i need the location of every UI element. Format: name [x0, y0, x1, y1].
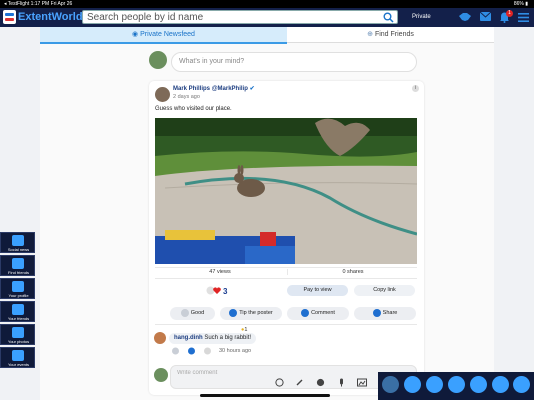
copy-link-button[interactable]: Copy link — [354, 285, 415, 296]
comment-info-icon[interactable] — [203, 347, 212, 355]
dock-social-news[interactable]: Social news — [0, 232, 35, 253]
mail-icon[interactable] — [480, 12, 491, 21]
ios-status-bar: ◂ TestFlight 1:17 PM Fri Apr 26 86% ▮ — [0, 0, 534, 8]
user-icon[interactable] — [404, 376, 421, 393]
brand-name[interactable]: ExtentWorld — [18, 10, 83, 25]
comment-user[interactable]: hang.dinh — [174, 335, 203, 341]
avatar[interactable] — [155, 87, 170, 102]
find-friends-icon: ⊕ — [367, 31, 375, 38]
search-icon[interactable] — [383, 12, 394, 23]
sticker-icon[interactable] — [316, 378, 325, 387]
verified-icon: ✔ — [249, 86, 255, 92]
home-indicator — [200, 394, 330, 397]
share-button[interactable]: Share — [354, 307, 416, 320]
privacy-selector[interactable]: Private — [412, 12, 431, 22]
logo-icon[interactable] — [3, 10, 16, 24]
post-photo[interactable] — [155, 118, 417, 264]
image-icon[interactable] — [357, 378, 367, 387]
left-dock: Social news Find friends Your profile Yo… — [0, 232, 36, 368]
comment-bubble: hang.dinh Such a big rabbit! — [169, 333, 257, 344]
photos-icon — [12, 327, 24, 338]
comment-reaction[interactable]: ●1 — [241, 327, 247, 333]
events-icon — [12, 350, 24, 361]
dock-your-profile[interactable]: Your profile — [0, 278, 35, 299]
view-count[interactable]: 47 views — [155, 269, 285, 275]
group-icon[interactable] — [492, 376, 509, 393]
search-box — [82, 10, 398, 24]
tab-find-friends[interactable]: ⊕ Find Friends — [287, 27, 494, 43]
dock-your-friends[interactable]: Your friends — [0, 301, 35, 322]
bookmark-icon[interactable] — [513, 376, 530, 393]
rss-icon: ◉ — [132, 31, 141, 38]
notification-badge: 1 — [506, 10, 513, 17]
tab-private-newsfeed[interactable]: ◉ Private Newsfeed — [40, 27, 287, 44]
thumb-icon — [180, 308, 189, 317]
battery-status: 86% ▮ — [513, 1, 528, 7]
comment-time: 30 hours ago — [219, 348, 252, 354]
comment-like-icon[interactable] — [171, 347, 180, 355]
share-icon — [372, 308, 381, 317]
dock-your-events[interactable]: Your events — [0, 347, 35, 368]
avatar[interactable] — [149, 51, 167, 69]
comment-reply-icon[interactable] — [187, 347, 196, 355]
microphone-icon[interactable] — [337, 378, 346, 387]
dock-your-photos[interactable]: Your photos — [0, 324, 35, 345]
comment-text: Such a big rabbit! — [204, 335, 252, 341]
post-composer: What's in your mind? — [149, 51, 417, 73]
pay-to-view-button[interactable]: Pay to view — [287, 285, 348, 296]
avatar[interactable] — [154, 332, 166, 344]
comment-button[interactable]: Comment — [287, 307, 349, 320]
tip-poster-button[interactable]: Tip the poster — [220, 307, 282, 320]
composer-input[interactable]: What's in your mind? — [171, 52, 417, 72]
good-button[interactable]: Good — [170, 307, 215, 320]
post-stats: 47 views 0 shares — [155, 267, 417, 279]
menu-icon[interactable] — [382, 376, 399, 393]
handshake-icon[interactable] — [458, 11, 472, 23]
hamburger-menu-icon[interactable] — [518, 13, 529, 22]
dock-find-friends[interactable]: Find friends — [0, 255, 35, 276]
find-friends-icon — [12, 258, 24, 269]
share-count[interactable]: 0 shares — [287, 269, 418, 275]
reaction-icons[interactable] — [206, 286, 222, 295]
comment-icon — [301, 308, 310, 317]
tip-icon — [229, 308, 238, 317]
feed-tabs: ◉ Private Newsfeed ⊕ Find Friends — [40, 27, 494, 44]
user-plus-icon[interactable] — [426, 376, 443, 393]
more-options-icon[interactable]: i — [412, 85, 419, 92]
video-icon[interactable] — [470, 376, 487, 393]
post-time: 2 days ago — [173, 94, 200, 100]
top-nav-bar: ExtentWorld Private 1 — [0, 8, 534, 27]
rss-icon — [12, 235, 24, 246]
comment-input[interactable] — [177, 368, 377, 377]
emoji-icon[interactable] — [275, 378, 284, 387]
search-input[interactable] — [87, 11, 377, 23]
post-text: Guess who visited our place. — [155, 106, 232, 112]
bottom-right-dock — [378, 372, 534, 400]
reaction-count[interactable]: 3 — [223, 287, 227, 296]
friends-icon — [12, 304, 24, 315]
profile-icon — [12, 281, 24, 292]
status-time: ◂ TestFlight 1:17 PM Fri Apr 26 — [4, 1, 73, 7]
divider — [155, 324, 417, 325]
post-card: Mark Phillips @MarkPhilip ✔ 2 days ago i… — [149, 81, 424, 395]
chat-icon[interactable] — [448, 376, 465, 393]
avatar[interactable] — [154, 368, 168, 382]
post-author[interactable]: Mark Phillips @MarkPhilip ✔ — [173, 85, 255, 92]
attach-icon[interactable] — [295, 378, 304, 387]
